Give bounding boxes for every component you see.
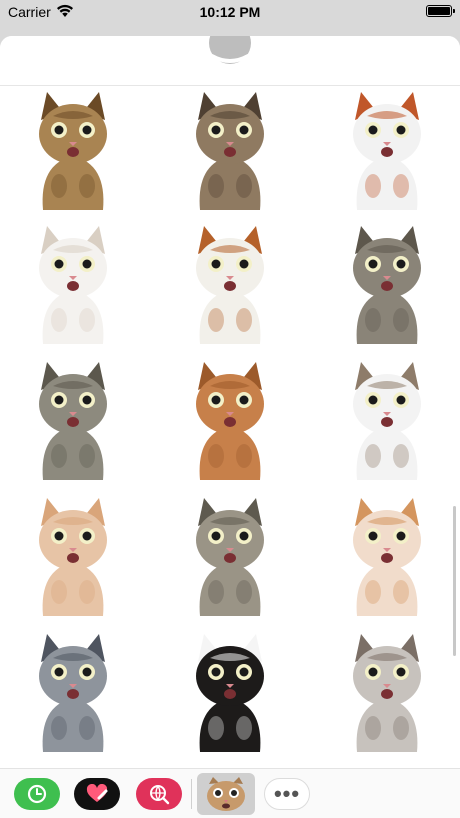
sheet-header — [0, 36, 460, 86]
cat-sticker-13-art — [39, 634, 107, 752]
cat-sticker-7-art — [39, 362, 107, 480]
clock-icon — [27, 784, 47, 804]
cat-sticker-14-art — [196, 634, 264, 752]
cat-sticker-10-art — [39, 498, 107, 616]
cat-sticker-2[interactable] — [170, 86, 290, 210]
cat-sticker-14[interactable] — [170, 628, 290, 752]
cat-sticker-13[interactable] — [13, 628, 133, 752]
cat-sticker-15-art — [353, 634, 421, 752]
cat-sticker-1-art — [39, 92, 107, 210]
cat-sticker-5-art — [196, 226, 264, 344]
app-cat-stickers-button[interactable] — [197, 773, 255, 815]
status-bar: Carrier 10:12 PM — [0, 0, 460, 24]
cat-sticker-9-art — [353, 362, 421, 480]
cat-sticker-12[interactable] — [327, 492, 447, 616]
cat-sticker-6[interactable] — [327, 220, 447, 344]
cat-face-icon — [207, 777, 245, 811]
app-drawer: ••• — [0, 768, 460, 818]
cat-sticker-8-art — [196, 362, 264, 480]
globe-search-icon — [150, 785, 170, 805]
cat-sticker-8[interactable] — [170, 356, 290, 480]
cat-sticker-3-art — [353, 92, 421, 210]
cat-sticker-11[interactable] — [170, 492, 290, 616]
chevron-down-icon[interactable] — [210, 52, 250, 66]
battery-icon — [426, 5, 455, 17]
sticker-sheet — [0, 36, 460, 818]
cat-sticker-2-art — [196, 92, 264, 210]
cat-sticker-10[interactable] — [13, 492, 133, 616]
cat-sticker-3[interactable] — [327, 86, 447, 210]
cat-sticker-7[interactable] — [13, 356, 133, 480]
cat-sticker-5[interactable] — [170, 220, 290, 344]
cat-sticker-1[interactable] — [13, 86, 133, 210]
app-clock-button[interactable] — [14, 778, 60, 810]
heart-touch-icon — [86, 784, 108, 802]
cat-sticker-4-art — [39, 226, 107, 344]
cat-sticker-11-art — [196, 498, 264, 616]
cat-sticker-6-art — [353, 226, 421, 344]
cat-sticker-4[interactable] — [13, 220, 133, 344]
app-drawer-divider — [191, 779, 192, 809]
app-digital-touch-button[interactable] — [74, 778, 120, 810]
sticker-grid — [0, 86, 460, 766]
scrollbar[interactable] — [453, 506, 456, 656]
cat-sticker-12-art — [353, 498, 421, 616]
cat-sticker-15[interactable] — [327, 628, 447, 752]
app-more-button[interactable]: ••• — [264, 778, 310, 810]
status-time: 10:12 PM — [199, 4, 261, 20]
app-search-button[interactable] — [136, 778, 182, 810]
cat-sticker-9[interactable] — [327, 356, 447, 480]
more-icon: ••• — [273, 781, 301, 806]
